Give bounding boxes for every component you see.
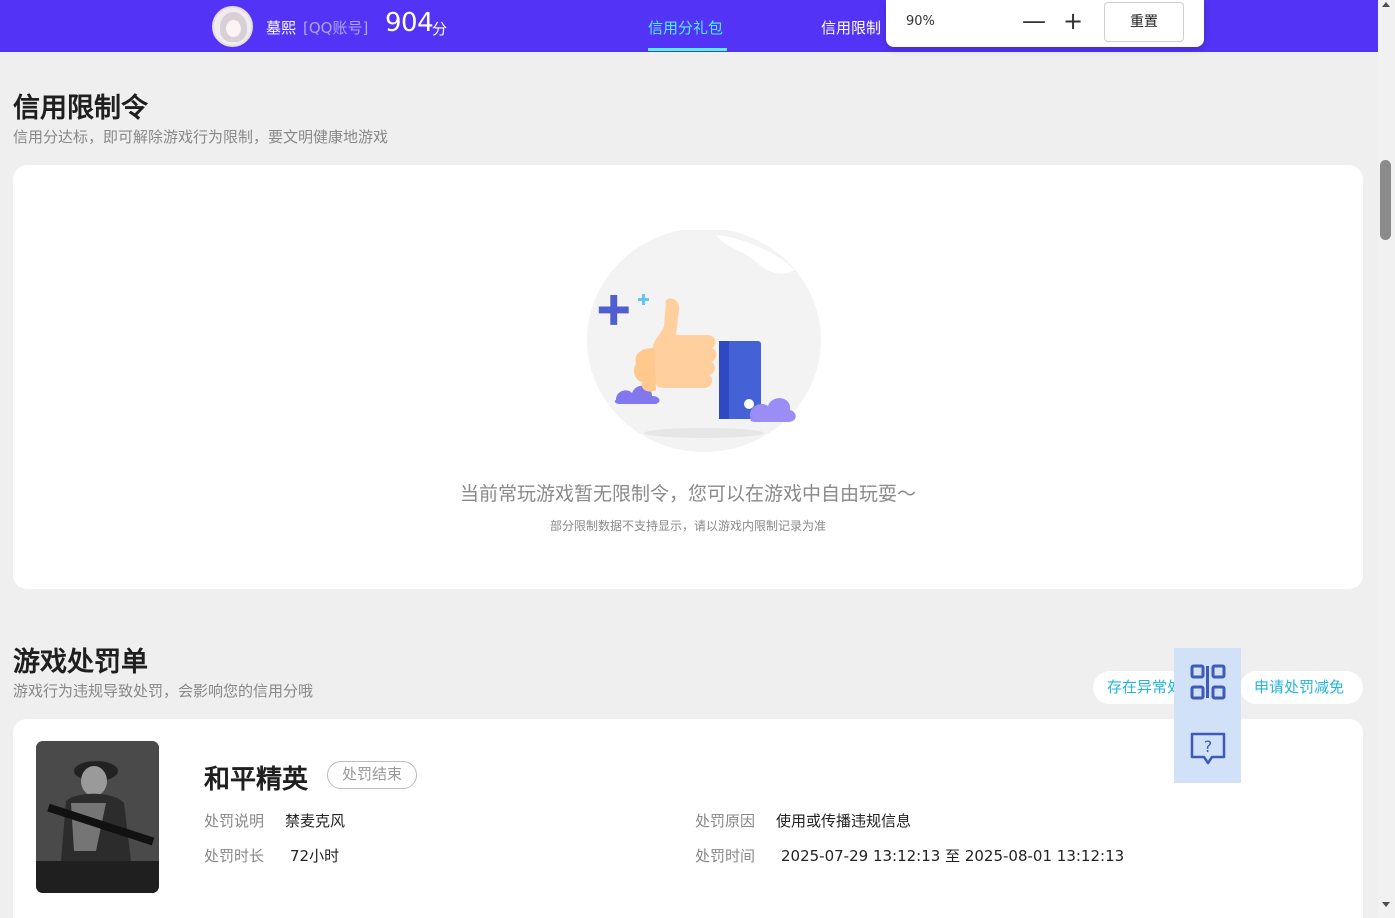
appeal-penalty-button[interactable]: 申请处罚减免 xyxy=(1240,671,1363,704)
username: 墓熙 xyxy=(266,19,297,37)
svg-text:?: ? xyxy=(1203,737,1212,756)
penalty-time-label: 处罚时间 xyxy=(695,847,756,865)
game-title: 和平精英 xyxy=(204,765,309,795)
help-chat-icon: ? xyxy=(1190,732,1225,764)
scrollbar[interactable] xyxy=(1378,0,1395,918)
tab-credit-gift[interactable]: 信用分礼包 xyxy=(648,17,723,38)
penalty-card: 和平精英 处罚结束 处罚说明 禁麦克风 处罚时长 72小时 处罚原因 使用或传播… xyxy=(13,719,1363,918)
qr-code-icon xyxy=(1190,664,1225,699)
penalty-reason-label: 处罚原因 xyxy=(695,812,756,830)
scroll-up-arrow-icon[interactable] xyxy=(1382,2,1390,7)
scroll-thumb[interactable] xyxy=(1380,160,1391,240)
penalty-section-subtitle: 游戏行为违规导致处罚，会影响您的信用分哦 xyxy=(13,682,314,700)
qr-code-button[interactable] xyxy=(1174,648,1241,715)
tab-credit-restriction[interactable]: 信用限制 xyxy=(821,17,881,38)
thumbs-up-icon xyxy=(587,230,821,452)
game-thumbnail xyxy=(36,741,159,893)
zoom-in-button[interactable]: + xyxy=(1061,6,1085,36)
empty-state-message: 当前常玩游戏暂无限制令，您可以在游戏中自由玩耍～ xyxy=(459,483,916,505)
soldier-image xyxy=(36,741,159,893)
avatar[interactable] xyxy=(212,6,253,47)
credit-score: 904 xyxy=(385,8,434,38)
penalty-time-value: 2025-07-29 13:12:13 至 2025-08-01 13:12:1… xyxy=(781,847,1125,865)
zoom-popup: 90% — + 重置 xyxy=(886,0,1204,47)
status-badge: 处罚结束 xyxy=(327,761,418,789)
scroll-down-arrow-icon[interactable] xyxy=(1382,902,1390,907)
penalty-duration-label: 处罚时长 xyxy=(204,847,265,865)
zoom-level: 90% xyxy=(906,14,935,29)
empty-state-note: 部分限制数据不支持显示，请以游戏内限制记录为准 xyxy=(549,519,826,533)
avatar-face xyxy=(226,20,241,37)
penalty-reason-value: 使用或传播违规信息 xyxy=(776,812,912,830)
help-button[interactable]: ? xyxy=(1174,715,1241,782)
restriction-section-subtitle: 信用分达标，即可解除游戏行为限制，要文明健康地游戏 xyxy=(13,128,389,146)
restriction-card: 当前常玩游戏暂无限制令，您可以在游戏中自由玩耍～ 部分限制数据不支持显示，请以游… xyxy=(13,165,1363,589)
penalty-desc-value: 禁麦克风 xyxy=(285,812,346,830)
credit-score-unit: 分 xyxy=(432,20,448,38)
active-tab-indicator xyxy=(648,48,727,51)
restriction-section-title: 信用限制令 xyxy=(13,93,148,124)
zoom-reset-button[interactable]: 重置 xyxy=(1104,2,1184,42)
zoom-out-button[interactable]: — xyxy=(1022,6,1046,36)
penalty-section-title: 游戏处罚单 xyxy=(13,647,148,678)
penalty-desc-label: 处罚说明 xyxy=(204,812,265,830)
account-type: [QQ账号] xyxy=(303,19,369,37)
penalty-duration-value: 72小时 xyxy=(290,847,340,865)
floating-toolbar: ? xyxy=(1174,648,1241,783)
